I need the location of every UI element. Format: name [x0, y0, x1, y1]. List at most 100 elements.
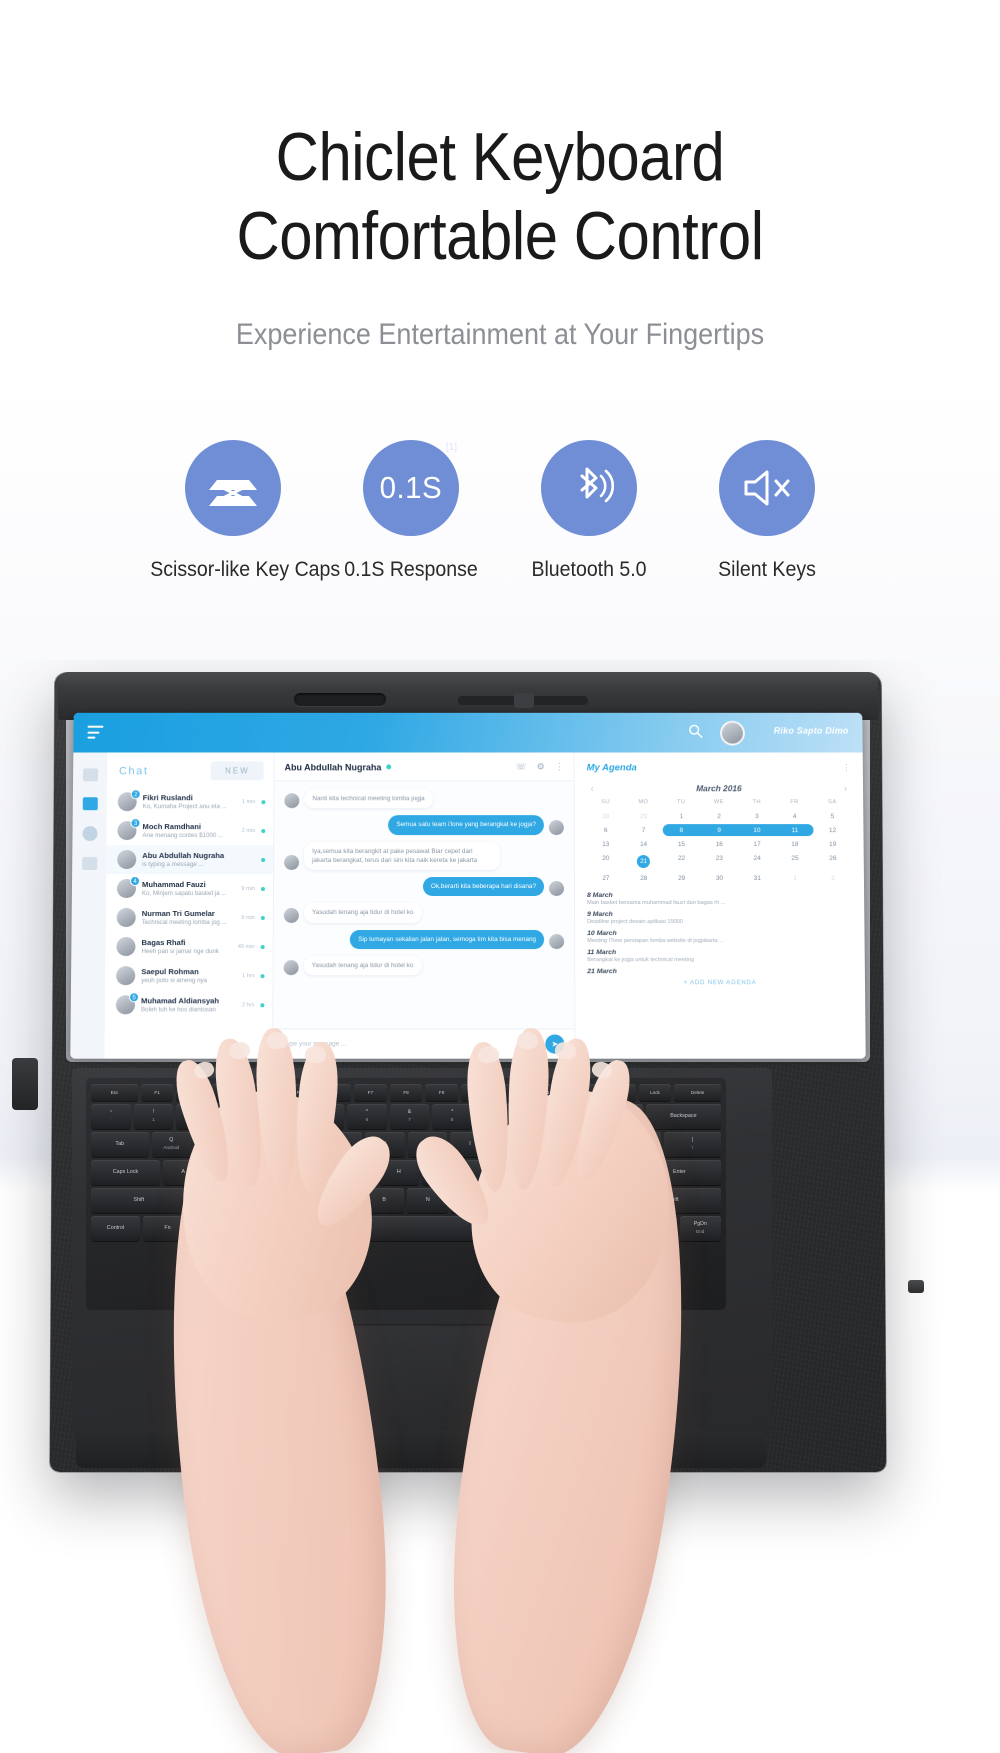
rail-item-chat[interactable] — [82, 797, 98, 811]
keyboard-key[interactable]: F12 — [532, 1084, 565, 1101]
agenda-event[interactable]: 11 March Berangkat ke jogja untuk technic… — [587, 949, 853, 963]
calendar-day-cell[interactable]: 2 — [700, 810, 738, 822]
keyboard-key[interactable]: <, — [494, 1188, 536, 1213]
chat-list-item[interactable]: Saepul Rohman yeuh poto si ameng nya 1 hrs — [105, 961, 273, 990]
calendar-day-cell[interactable]: 9 — [700, 824, 739, 837]
chat-list-item[interactable]: Abu Abdullah Nugraha is typing a message … — [106, 845, 274, 875]
keyboard-key[interactable]: R — [279, 1132, 320, 1157]
chat-list-item[interactable]: Nurman Tri Gumelar Technical meeting lomb… — [106, 903, 273, 932]
keyboard-key[interactable]: & 7 — [389, 1104, 430, 1129]
calendar-day-cell[interactable]: 26 — [814, 852, 852, 870]
keyboard-key[interactable]: F10 — [460, 1084, 494, 1101]
keyboard-key[interactable]: Esc — [91, 1084, 138, 1101]
calendar-day-cell[interactable]: 28 — [625, 872, 663, 884]
user-avatar[interactable] — [719, 720, 746, 746]
keyboard-key[interactable]: F4 — [247, 1084, 281, 1101]
keyboard-key[interactable]: Z — [189, 1188, 231, 1213]
keyboard-key[interactable]: F14 — [603, 1084, 636, 1101]
keyboard-key[interactable]: B — [363, 1188, 405, 1213]
keyboard-key[interactable]: E — [236, 1132, 277, 1157]
keyboard-key[interactable]: Control — [91, 1216, 140, 1241]
keyboard-key[interactable]: J — [421, 1160, 463, 1185]
keyboard-key[interactable]: U — [407, 1132, 448, 1157]
keyboard-key[interactable]: F2 — [176, 1084, 209, 1101]
keyboard-key[interactable]: @2 — [176, 1104, 217, 1129]
keyboard-key[interactable]: K — [465, 1160, 506, 1185]
calendar-day-cell[interactable]: 1 — [662, 810, 700, 822]
calendar-day-cell[interactable]: 14 — [625, 838, 663, 850]
calendar-day-cell[interactable]: 12 — [814, 824, 852, 836]
calendar-day-cell[interactable]: 5 — [813, 810, 851, 822]
agenda-more-icon[interactable]: ⋮ — [842, 762, 851, 773]
keyboard-key[interactable]: $4 — [261, 1104, 302, 1129]
calendar-day-cell[interactable]: 29 — [625, 810, 663, 822]
keyboard-key[interactable]: PgDn End — [679, 1216, 721, 1241]
calendar-day-cell[interactable]: 23 — [700, 852, 738, 870]
next-month-button[interactable]: › — [844, 783, 847, 793]
keyboard-key[interactable]: Y — [364, 1132, 405, 1157]
keyboard-key[interactable]: D — [249, 1160, 290, 1185]
keyboard-key[interactable]: H — [378, 1160, 419, 1185]
keyboard-key[interactable]: S — [206, 1160, 247, 1185]
call-icon[interactable]: ☏ — [516, 761, 527, 772]
keyboard-key[interactable]: P — [535, 1132, 576, 1157]
calendar-day-cell[interactable]: 29 — [663, 872, 701, 884]
keyboard-key[interactable]: Backspace — [645, 1104, 722, 1129]
keyboard-key[interactable]: ^ 6 — [347, 1104, 387, 1129]
keyboard-key[interactable]: Alt — [583, 1216, 632, 1241]
calendar-day-cell[interactable]: 1 — [776, 872, 814, 884]
search-icon[interactable] — [688, 724, 703, 739]
keyboard-key[interactable]: + = — [603, 1104, 643, 1129]
chat-list-item[interactable]: 2 Fikri Ruslandi Ko, Kumaha Project anu et… — [107, 787, 274, 816]
keyboard-key[interactable]: N — [407, 1188, 449, 1213]
keyboard-key[interactable]: }] — [620, 1132, 661, 1157]
calendar-day-cell[interactable]: 2 — [814, 872, 852, 884]
keyboard-key[interactable]: PgUp Home — [635, 1216, 677, 1241]
agenda-event[interactable]: 21 March — [587, 968, 853, 975]
keyboard-key[interactable]: F9 — [425, 1084, 458, 1101]
message-input[interactable]: Type your message ... — [283, 1041, 545, 1048]
hamburger-menu-icon[interactable] — [87, 725, 104, 739]
keyboard-key[interactable]: ! 1 — [133, 1104, 174, 1129]
calendar-day-cell[interactable]: 27 — [587, 872, 625, 884]
keyboard-key[interactable]: ) 0 — [517, 1104, 558, 1129]
keyboard-key[interactable]: Q Android — [151, 1132, 192, 1157]
calendar-day-cell[interactable]: 17 — [738, 838, 776, 850]
keyboard-key[interactable]: A — [163, 1160, 204, 1185]
agenda-event[interactable]: 9 March Deadline project desain aplikasi … — [587, 911, 852, 925]
keyboard-key[interactable]: Fn — [143, 1216, 192, 1241]
keyboard-key[interactable]: :; — [551, 1160, 592, 1185]
keyboard-key[interactable]: F1 — [140, 1084, 174, 1101]
rail-item-dashboard[interactable] — [82, 768, 98, 782]
keyboard-key[interactable]: F11 — [496, 1084, 530, 1101]
calendar-day-cell[interactable]: 20 — [587, 852, 625, 870]
chat-list-item[interactable]: 3 Moch Ramdhani Ane menang contes $1000 ..… — [106, 816, 273, 845]
rail-item-stats[interactable] — [81, 826, 98, 842]
calendar-day-cell[interactable]: 24 — [738, 852, 776, 870]
keyboard-key[interactable]: " ' — [594, 1160, 635, 1185]
keyboard-key[interactable]: Shift — [91, 1188, 187, 1213]
keyboard-key[interactable]: L — [508, 1160, 549, 1185]
calendar-day-cell[interactable]: 28 — [587, 810, 625, 822]
keyboard-key[interactable]: X — [233, 1188, 274, 1213]
agenda-event[interactable]: 8 March Main basket bersama muhammad fauz… — [587, 892, 852, 906]
keyboard-key[interactable]: F7 — [354, 1084, 387, 1101]
calendar-day-cell[interactable]: 30 — [700, 872, 738, 884]
keyboard-key[interactable]: {[ — [578, 1132, 618, 1157]
calendar-day-cell[interactable]: 22 — [663, 852, 701, 870]
keyboard-key[interactable]: F6 — [318, 1084, 352, 1101]
keyboard-key[interactable]: Cmd — [531, 1216, 580, 1241]
calendar-day-cell[interactable]: 31 — [738, 872, 776, 884]
keyboard-key[interactable]: Shift — [625, 1188, 721, 1213]
agenda-event[interactable]: 10 March Meeting ITone persiapan lomba we… — [587, 930, 852, 944]
settings-icon[interactable]: ⚙ — [537, 761, 545, 772]
keyboard-key[interactable]: % 5 — [304, 1104, 345, 1129]
keyboard-key[interactable]: Caps Lock — [91, 1160, 161, 1185]
keyboard-key[interactable]: O — [492, 1132, 533, 1157]
keyboard-key[interactable]: I — [450, 1132, 490, 1157]
keyboard-key[interactable]: F13 — [567, 1084, 601, 1101]
rail-item-list[interactable] — [81, 857, 97, 871]
keyboard-key[interactable]: >. — [538, 1188, 579, 1213]
calendar-day-cell[interactable]: 8 — [662, 824, 701, 837]
calendar-day-cell[interactable]: 18 — [776, 838, 814, 850]
